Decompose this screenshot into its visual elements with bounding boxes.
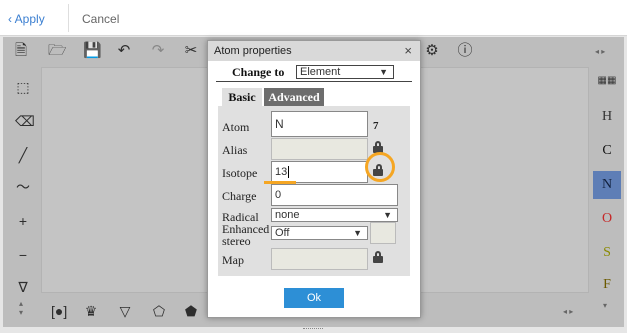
alias-label: Alias: [222, 143, 248, 157]
chain-icon[interactable]: 〜: [15, 179, 31, 195]
chevron-down-icon: ▼: [379, 67, 388, 77]
enhanced-stereo-select[interactable]: Off ▼: [271, 226, 368, 240]
close-icon[interactable]: ×: [404, 43, 412, 58]
alias-field[interactable]: [271, 138, 368, 160]
cyclopentane-icon[interactable]: ⬟: [183, 303, 199, 319]
functional-group-icon[interactable]: ▽: [117, 303, 133, 319]
change-to-value: Element: [300, 66, 341, 78]
radical-select[interactable]: none ▼: [271, 208, 398, 222]
dialog-title: Atom properties: [214, 45, 292, 57]
change-to-select[interactable]: Element ▼: [296, 65, 394, 79]
element-n[interactable]: N: [593, 171, 621, 199]
settings-icon[interactable]: ⚙: [424, 43, 440, 59]
charge-minus-icon[interactable]: −: [15, 247, 31, 263]
tab-basic[interactable]: Basic: [222, 88, 262, 106]
redo-icon[interactable]: ↷: [150, 43, 166, 59]
dialog-header: Atom properties ×: [208, 41, 420, 61]
isotope-field[interactable]: 13: [271, 161, 368, 183]
map-label: Map: [222, 253, 244, 267]
stereo-group-field[interactable]: [370, 222, 396, 244]
bottom-scroll-arrows[interactable]: ◂ ▸: [563, 307, 573, 316]
map-field[interactable]: [271, 248, 368, 270]
enhanced-stereo-label: Enhanced stereo: [222, 223, 269, 247]
ok-button[interactable]: Ok: [284, 288, 344, 308]
divider: [216, 81, 412, 82]
undo-icon[interactable]: ↶: [116, 43, 132, 59]
rgroup-icon[interactable]: ⬠: [151, 303, 167, 319]
charge-plus-icon[interactable]: +: [15, 213, 31, 229]
atomic-number: 7: [373, 120, 379, 132]
new-file-icon[interactable]: 🗎: [13, 43, 29, 59]
chevron-down-icon: ▼: [383, 210, 392, 220]
radical-value: none: [275, 209, 300, 221]
chevron-down-icon: ▼: [353, 228, 362, 238]
periodic-table-icon[interactable]: ▦▦: [593, 67, 621, 95]
isotope-value: 13: [275, 166, 288, 178]
info-icon[interactable]: ⓘ: [457, 43, 473, 59]
bottom-left-scroll-icon[interactable]: ▴ ▾: [19, 299, 23, 317]
atom-field[interactable]: N: [271, 111, 368, 137]
eraser-icon[interactable]: ⌫: [15, 113, 35, 129]
lock-icon[interactable]: [373, 251, 383, 263]
selection-icon[interactable]: ⬚: [15, 79, 31, 95]
sgroup-icon[interactable]: [●]: [51, 303, 67, 319]
template-icon[interactable]: ∇: [15, 279, 31, 295]
enhanced-stereo-value: Off: [275, 227, 290, 239]
open-folder-icon[interactable]: 🗁: [48, 43, 67, 59]
element-o[interactable]: O: [593, 205, 621, 233]
cancel-button[interactable]: Cancel: [82, 12, 119, 26]
enhanced-stereo-label-line2: stereo: [222, 234, 251, 248]
atom-toolbar: ▦▦ H C N O S F ▾: [589, 65, 624, 327]
element-s[interactable]: S: [593, 239, 621, 267]
top-action-bar: ‹ Apply Cancel: [0, 0, 627, 36]
charge-label: Charge: [222, 189, 257, 203]
toolbar-scroll-arrows[interactable]: ◂ ▸: [595, 47, 605, 56]
apply-label: Apply: [14, 12, 45, 26]
resize-handle[interactable]: [303, 328, 323, 331]
basic-properties-panel: Atom N 7 Alias Isotope 13 Charge 0 Radic…: [218, 106, 410, 276]
save-icon[interactable]: 💾: [83, 43, 102, 59]
alkane-template-icon[interactable]: ♛: [83, 303, 99, 319]
left-toolbar: ⬚ ⌫ ╱ 〜 + − ∇: [3, 65, 39, 295]
apply-button[interactable]: ‹ Apply: [8, 12, 45, 26]
element-h[interactable]: H: [593, 103, 621, 131]
charge-field[interactable]: 0: [271, 184, 398, 206]
highlight-ring: [365, 152, 395, 182]
element-f[interactable]: F: [593, 271, 621, 299]
divider: [68, 4, 69, 32]
cut-icon[interactable]: ✂: [183, 43, 199, 59]
atom-scroll-arrows[interactable]: ▾: [603, 301, 607, 310]
atom-label: Atom: [222, 120, 250, 134]
tab-advanced[interactable]: Advanced: [264, 88, 324, 106]
isotope-label: Isotope: [222, 166, 258, 180]
change-to-label: Change to: [232, 65, 285, 79]
bond-icon[interactable]: ╱: [15, 147, 31, 163]
highlight-underline: [264, 181, 296, 184]
element-c[interactable]: C: [593, 137, 621, 165]
